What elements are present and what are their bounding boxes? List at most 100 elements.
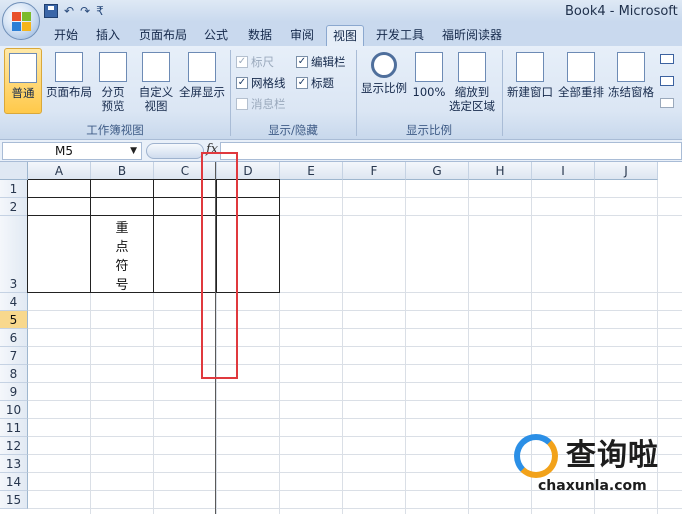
formula-bar-label: 编辑栏 bbox=[311, 55, 346, 69]
row-header-15[interactable]: 15 bbox=[0, 491, 28, 509]
chevron-down-icon[interactable]: ▼ bbox=[130, 143, 137, 159]
zoom-to-selection-icon bbox=[458, 52, 486, 82]
name-box-value: M5 bbox=[55, 144, 73, 158]
row-header-13[interactable]: 13 bbox=[0, 455, 28, 473]
new-window-button[interactable]: 新建窗口 bbox=[504, 52, 556, 99]
cell-b3-char: 号 bbox=[115, 278, 129, 293]
column-header-a[interactable]: A bbox=[28, 162, 91, 180]
zoom-100-button[interactable]: 100% bbox=[410, 52, 448, 99]
gridlines-label: 网格线 bbox=[251, 76, 286, 90]
formula-input[interactable] bbox=[220, 142, 682, 160]
row-header-2[interactable]: 2 bbox=[0, 198, 28, 216]
row-header-14[interactable]: 14 bbox=[0, 473, 28, 491]
custom-views-label-2: 视图 bbox=[144, 99, 168, 113]
page-layout-label: 页面布局 bbox=[46, 85, 92, 99]
table-border bbox=[90, 180, 91, 293]
full-screen-label: 全屏显示 bbox=[179, 85, 225, 99]
formula-bar-checkbox[interactable]: ✓ 编辑栏 bbox=[296, 54, 346, 70]
row-header-6[interactable]: 6 bbox=[0, 329, 28, 347]
formula-bar: M5 ▼ fx bbox=[0, 140, 682, 162]
column-header-e[interactable]: E bbox=[280, 162, 343, 180]
row-header-5[interactable]: 5 bbox=[0, 311, 28, 329]
gridlines-check-icon: ✓ bbox=[236, 77, 248, 89]
zoom-to-selection-button[interactable]: 缩放到 选定区域 bbox=[446, 52, 498, 113]
unhide-window-icon[interactable] bbox=[660, 98, 674, 108]
table-border bbox=[279, 180, 280, 293]
tab-formulas[interactable]: 公式 bbox=[198, 25, 234, 46]
gridlines-checkbox[interactable]: ✓ 网格线 bbox=[236, 75, 286, 91]
gridline bbox=[405, 180, 406, 514]
tab-review[interactable]: 审阅 bbox=[284, 25, 320, 46]
tab-home[interactable]: 开始 bbox=[48, 25, 84, 46]
arrange-all-label: 全部重排 bbox=[558, 85, 604, 99]
arrange-all-button[interactable]: 全部重排 bbox=[556, 52, 606, 99]
ruler-checkbox[interactable]: ✓ 标尺 bbox=[236, 54, 274, 70]
row-header-3[interactable]: 3 bbox=[0, 216, 28, 293]
tab-data[interactable]: 数据 bbox=[242, 25, 278, 46]
column-header-f[interactable]: F bbox=[343, 162, 406, 180]
select-all-corner[interactable] bbox=[0, 162, 28, 180]
zoom-100-label: 100% bbox=[412, 85, 446, 99]
gridline bbox=[28, 400, 682, 401]
row-header-12[interactable]: 12 bbox=[0, 437, 28, 455]
chaxunla-logo-icon bbox=[514, 434, 558, 478]
watermark-url: chaxunla.com bbox=[538, 478, 647, 494]
gridline bbox=[28, 364, 682, 365]
page-layout-view-button[interactable]: 页面布局 bbox=[44, 52, 94, 99]
undo-icon[interactable]: ↶ bbox=[64, 3, 74, 19]
message-bar-checkbox[interactable]: 消息栏 bbox=[236, 96, 286, 112]
row-header-10[interactable]: 10 bbox=[0, 401, 28, 419]
custom-views-button[interactable]: 自定义 视图 bbox=[136, 52, 176, 113]
quick-access-toolbar: ↶ ↷ ₹ bbox=[44, 3, 104, 19]
group-label-workbook-views: 工作簿视图 bbox=[86, 123, 144, 137]
freeze-panes-button[interactable]: 冻结窗格 bbox=[606, 52, 656, 99]
group-separator bbox=[502, 50, 503, 136]
page-layout-icon bbox=[55, 52, 83, 82]
row-header-4[interactable]: 4 bbox=[0, 293, 28, 311]
tab-foxit-reader[interactable]: 福昕阅读器 bbox=[436, 25, 508, 46]
redo-icon[interactable]: ↷ bbox=[80, 3, 90, 19]
row-header-8[interactable]: 8 bbox=[0, 365, 28, 383]
formula-bar-check-icon: ✓ bbox=[296, 56, 308, 68]
formula-bar-divider-handle[interactable] bbox=[146, 143, 204, 159]
cell-b3-text: 重点符号 bbox=[110, 219, 134, 295]
tab-insert[interactable]: 插入 bbox=[90, 25, 126, 46]
column-header-i[interactable]: I bbox=[532, 162, 595, 180]
row-header-11[interactable]: 11 bbox=[0, 419, 28, 437]
normal-view-button[interactable]: 普通 bbox=[4, 48, 42, 114]
split-icon[interactable] bbox=[660, 54, 674, 64]
zoom-100-icon bbox=[415, 52, 443, 82]
page-break-icon bbox=[99, 52, 127, 82]
office-button[interactable] bbox=[2, 2, 40, 40]
row-header-1[interactable]: 1 bbox=[0, 180, 28, 198]
ruler-check-icon: ✓ bbox=[236, 56, 248, 68]
headings-checkbox[interactable]: ✓ 标题 bbox=[296, 75, 334, 91]
highlight-annotation bbox=[201, 152, 238, 379]
ribbon-tabs: 开始 插入 页面布局 公式 数据 审阅 视图 开发工具 福昕阅读器 bbox=[0, 22, 682, 46]
save-icon[interactable] bbox=[44, 4, 58, 18]
watermark: 查询啦 chaxunla.com bbox=[510, 428, 682, 514]
cell-b3-char: 重 bbox=[115, 221, 129, 236]
tab-developer[interactable]: 开发工具 bbox=[370, 25, 430, 46]
gridline bbox=[28, 346, 682, 347]
row-header-9[interactable]: 9 bbox=[0, 383, 28, 401]
gridline bbox=[468, 180, 469, 514]
tab-view[interactable]: 视图 bbox=[326, 25, 364, 46]
customize-qat-icon[interactable]: ₹ bbox=[96, 3, 104, 19]
tab-page-layout[interactable]: 页面布局 bbox=[134, 25, 192, 46]
hide-window-icon[interactable] bbox=[660, 76, 674, 86]
column-header-b[interactable]: B bbox=[91, 162, 154, 180]
name-box[interactable]: M5 ▼ bbox=[2, 142, 142, 160]
page-break-preview-button[interactable]: 分页 预览 bbox=[96, 52, 130, 113]
freeze-panes-label: 冻结窗格 bbox=[608, 85, 654, 99]
magnifier-icon bbox=[371, 52, 397, 78]
zoom-button[interactable]: 显示比例 bbox=[358, 52, 410, 95]
ruler-label: 标尺 bbox=[251, 55, 274, 69]
column-header-j[interactable]: J bbox=[595, 162, 658, 180]
column-header-h[interactable]: H bbox=[469, 162, 532, 180]
full-screen-button[interactable]: 全屏显示 bbox=[176, 52, 228, 99]
new-window-label: 新建窗口 bbox=[507, 85, 553, 99]
page-break-label-1: 分页 bbox=[101, 85, 125, 99]
column-header-g[interactable]: G bbox=[406, 162, 469, 180]
row-header-7[interactable]: 7 bbox=[0, 347, 28, 365]
